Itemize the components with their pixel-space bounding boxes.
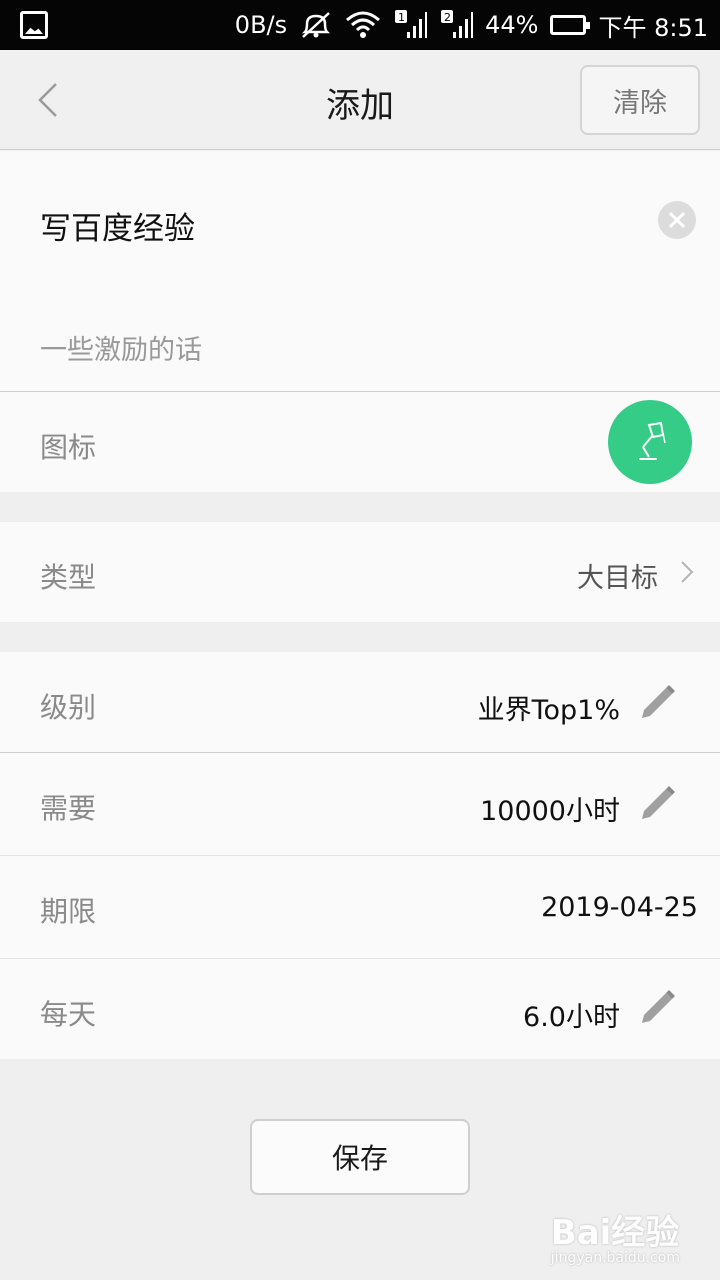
- type-label: 类型: [40, 561, 97, 594]
- clear-text-icon[interactable]: [658, 201, 696, 239]
- deadline-row[interactable]: 期限 2019-04-25: [0, 856, 720, 958]
- watermark-url: jingyan.baidu.com: [550, 1250, 680, 1266]
- type-value: 大目标: [577, 563, 658, 594]
- clear-button[interactable]: 清除: [580, 65, 700, 135]
- need-label: 需要: [40, 792, 97, 825]
- battery-icon: [550, 15, 591, 35]
- icon-picker[interactable]: [608, 400, 692, 484]
- pencil-icon[interactable]: [638, 783, 678, 823]
- pencil-icon[interactable]: [638, 987, 678, 1027]
- chevron-right-icon: [681, 561, 694, 583]
- svg-text:1: 1: [398, 11, 405, 24]
- level-label: 级别: [40, 691, 97, 724]
- net-speed: 0B/s: [234, 11, 288, 39]
- type-row[interactable]: 类型 大目标: [0, 522, 720, 622]
- app-header: 添加 清除: [0, 50, 720, 150]
- icon-row[interactable]: 图标: [0, 392, 720, 492]
- daily-label: 每天: [40, 998, 97, 1031]
- goal-name-input[interactable]: 写百度经验: [40, 203, 195, 248]
- motivation-input[interactable]: 一些激励的话: [40, 328, 202, 367]
- svg-text:2: 2: [444, 11, 451, 24]
- need-value: 10000小时: [480, 796, 620, 827]
- status-bar: 0B/s 1 2 44% 下午 8:51: [0, 0, 720, 50]
- deadline-value: 2019-04-25: [541, 892, 698, 923]
- pencil-icon[interactable]: [638, 682, 678, 722]
- daily-row[interactable]: 每天 6.0小时: [0, 959, 720, 1059]
- deadline-label: 期限: [40, 895, 97, 928]
- icon-label: 图标: [40, 431, 97, 464]
- mute-icon: [299, 10, 333, 40]
- save-button[interactable]: 保存: [250, 1119, 470, 1195]
- wifi-icon: [345, 10, 381, 40]
- desk-lamp-icon: [639, 421, 666, 460]
- battery-percent: 44%: [485, 11, 539, 39]
- watermark-brand: Bai经验: [550, 1213, 680, 1253]
- gallery-icon: [20, 11, 48, 39]
- daily-value: 6.0小时: [523, 1002, 620, 1033]
- status-icons: 0B/s 1 2 44% 下午 8:51: [235, 0, 708, 50]
- level-value: 业界Top1%: [477, 695, 620, 726]
- signal-icon-sim1: 1: [393, 10, 428, 40]
- goal-section: 写百度经验 一些激励的话: [0, 151, 720, 391]
- level-row[interactable]: 级别 业界Top1%: [0, 652, 720, 752]
- clock: 下午 8:51: [598, 13, 708, 42]
- signal-icon-sim2: 2: [439, 10, 474, 40]
- need-row[interactable]: 需要 10000小时: [0, 753, 720, 855]
- baidu-watermark: Bai经验 jingyan.baidu.com: [551, 1205, 680, 1266]
